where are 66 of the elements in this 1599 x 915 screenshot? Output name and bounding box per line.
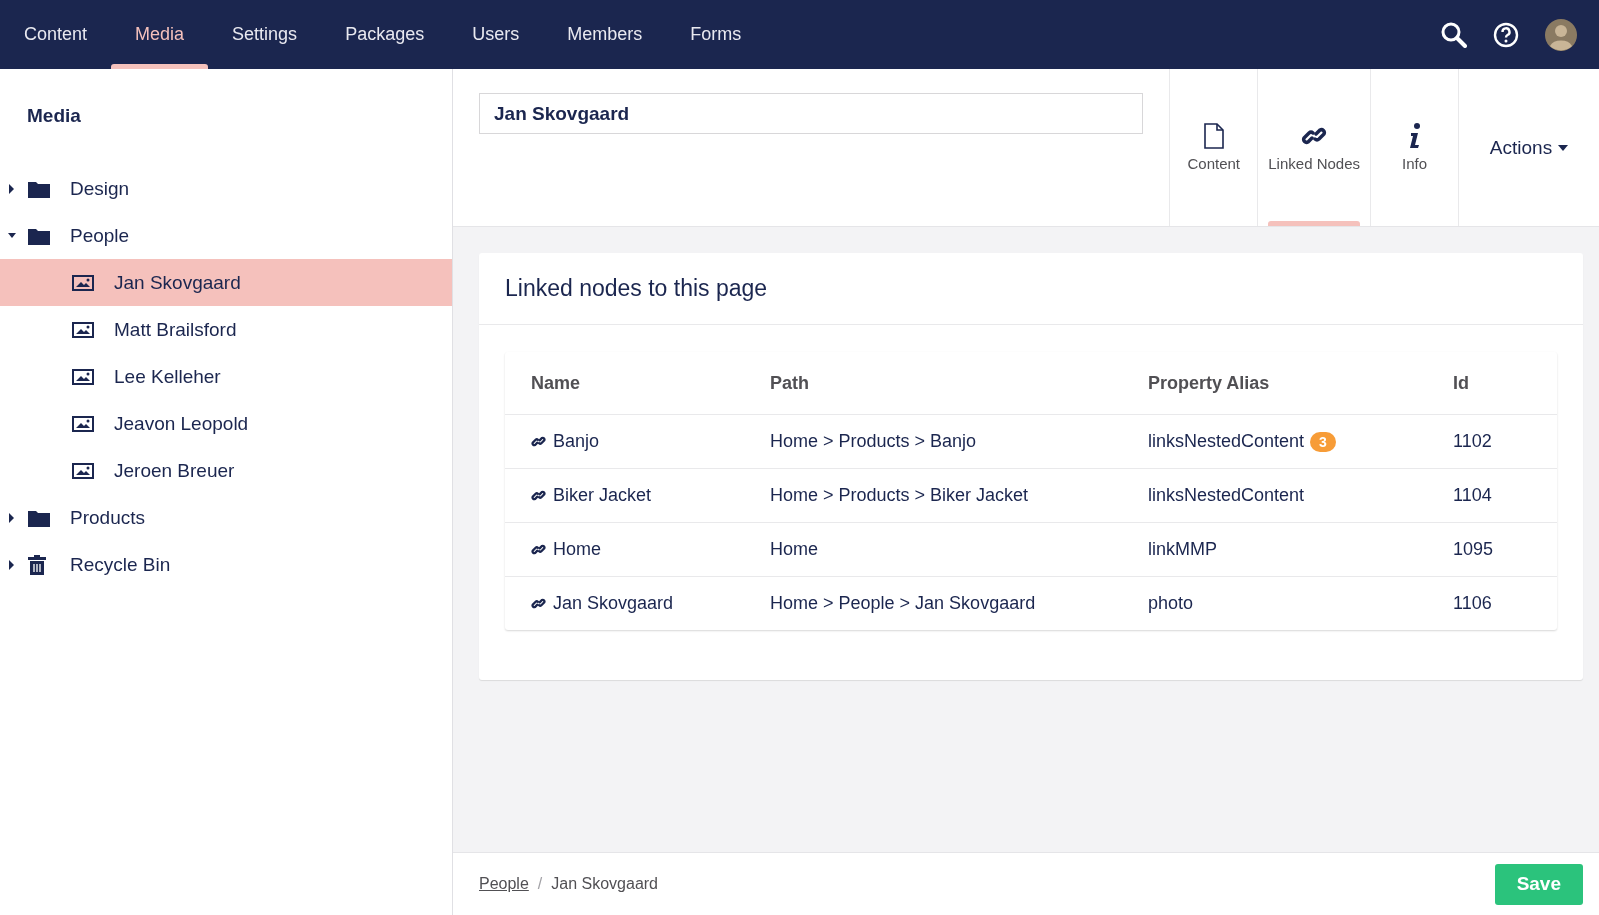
section-tab[interactable]: Packages <box>321 0 449 69</box>
table-cell: photo <box>1148 593 1194 613</box>
node-link[interactable]: Jan Skovgaard <box>553 593 674 614</box>
search-icon[interactable] <box>1441 21 1467 48</box>
link-icon <box>531 596 546 611</box>
tree-item[interactable]: Jan Skovgaard <box>0 259 452 306</box>
folder-icon <box>28 226 50 245</box>
tree-item[interactable]: Products <box>0 494 452 541</box>
tree-item[interactable]: Jeroen Breuer <box>0 447 452 494</box>
folder-icon <box>28 179 50 198</box>
table-cell: Home > Products > Biker Jacket <box>744 468 1122 523</box>
caret-icon[interactable] <box>8 183 16 194</box>
table-cell: Home > People > Jan Skovgaard <box>744 576 1122 630</box>
section-tab[interactable]: Users <box>448 0 544 69</box>
folder-icon <box>28 508 50 527</box>
tree-item[interactable]: Recycle Bin <box>0 541 452 588</box>
breadcrumb-separator: / <box>537 875 543 893</box>
breadcrumb-current: Jan Skovgaard <box>551 875 658 893</box>
trash-icon <box>28 554 46 575</box>
sidebar-title: Media <box>26 104 82 128</box>
tree-item[interactable]: Lee Kelleher <box>0 353 452 400</box>
node-link[interactable]: Banjo <box>553 431 600 452</box>
image-icon <box>72 274 94 291</box>
section-tab[interactable]: Content <box>0 0 112 69</box>
tree-item[interactable]: Jeavon Leopold <box>0 400 452 447</box>
document-icon <box>1203 123 1224 149</box>
table-cell: 1102 <box>1427 414 1557 469</box>
tree-item[interactable]: Matt Brailsford <box>0 306 452 353</box>
column-header: Id <box>1427 352 1557 415</box>
info-icon <box>1407 123 1422 149</box>
table-cell: linksNestedContent <box>1148 430 1305 451</box>
table-cell: 1104 <box>1427 468 1557 523</box>
actions-button[interactable]: Actions <box>1485 132 1573 163</box>
caret-icon <box>1558 144 1569 151</box>
image-icon <box>72 415 94 432</box>
section-tab[interactable]: Forms <box>666 0 766 69</box>
table-cell: linksNestedContent <box>1148 485 1305 505</box>
table-cell: Home > Products > Banjo <box>744 414 1122 469</box>
section-tab[interactable]: Settings <box>208 0 322 69</box>
help-icon[interactable] <box>1493 21 1519 48</box>
table-cell: 1095 <box>1427 522 1557 577</box>
avatar-icon[interactable] <box>1545 18 1577 51</box>
link-icon <box>531 434 546 449</box>
table-cell: linkMMP <box>1148 539 1217 559</box>
image-icon <box>72 462 94 479</box>
link-icon <box>531 542 546 557</box>
caret-icon[interactable] <box>8 512 16 523</box>
column-header: Property Alias <box>1122 352 1427 415</box>
tree-item[interactable]: Design <box>0 165 452 212</box>
section-tab[interactable]: Members <box>543 0 667 69</box>
section-tab[interactable]: Media <box>111 0 209 69</box>
link-icon <box>531 488 546 503</box>
column-header: Path <box>744 352 1122 415</box>
count-badge: 3 <box>1310 432 1336 453</box>
table-cell: 1106 <box>1427 576 1557 630</box>
table-cell: Home <box>744 522 1122 577</box>
name-field[interactable]: Jan Skovgaard <box>479 93 1144 134</box>
tree-item[interactable]: People <box>0 212 452 259</box>
breadcrumb-link[interactable]: People <box>479 875 529 893</box>
panel-title: Linked nodes to this page <box>479 253 1583 325</box>
image-icon <box>72 321 94 338</box>
caret-icon[interactable] <box>8 559 16 570</box>
column-header: Name <box>505 352 744 415</box>
node-link[interactable]: Biker Jacket <box>553 485 652 506</box>
image-icon <box>72 368 94 385</box>
node-link[interactable]: Home <box>553 539 601 560</box>
